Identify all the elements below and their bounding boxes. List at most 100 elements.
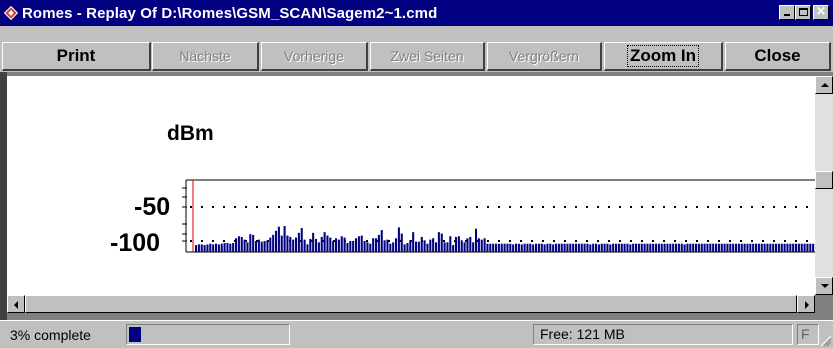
data-bar [592, 243, 595, 252]
data-bar [460, 240, 463, 252]
arrow-up-icon [821, 83, 829, 87]
data-bar [306, 244, 309, 252]
data-bar [477, 238, 480, 252]
data-bar [209, 243, 212, 252]
vertical-scroll-thumb[interactable] [815, 171, 833, 189]
data-bar [546, 243, 549, 252]
data-bar [203, 245, 206, 252]
horizontal-scroll-thumb[interactable] [25, 295, 797, 313]
data-bar [732, 243, 735, 252]
data-bar [380, 230, 383, 252]
data-bar [783, 243, 786, 252]
data-bar [446, 242, 449, 252]
data-bar [263, 241, 266, 252]
data-bar [457, 236, 460, 252]
data-bar [363, 241, 366, 252]
data-bar [600, 243, 603, 252]
data-bar [769, 243, 772, 252]
data-bar [606, 243, 609, 252]
data-bar [257, 239, 260, 252]
data-bar [377, 234, 380, 252]
data-bar [640, 243, 643, 252]
data-bar [512, 244, 515, 252]
close-window-button[interactable]: × [813, 4, 829, 20]
data-bar [403, 244, 406, 252]
scroll-left-button[interactable] [7, 295, 25, 313]
data-bar [797, 243, 800, 252]
data-bar [723, 243, 726, 252]
data-bar [595, 243, 598, 252]
data-bar [215, 243, 218, 252]
data-bar [712, 243, 715, 252]
data-bar [609, 244, 612, 252]
data-bar [746, 243, 749, 252]
data-bar [597, 244, 600, 252]
resize-grip-icon[interactable] [820, 335, 832, 347]
data-bar [435, 242, 438, 252]
data-bar [809, 243, 812, 252]
data-bar [800, 243, 803, 252]
data-bar [646, 243, 649, 252]
vertical-scrollbar[interactable] [815, 76, 833, 295]
print-button[interactable]: Print [2, 42, 151, 71]
scroll-right-button[interactable] [797, 295, 815, 313]
data-bar [383, 240, 386, 252]
data-bar [480, 239, 483, 252]
data-bar [575, 243, 578, 252]
data-bar [652, 243, 655, 252]
data-bar [740, 243, 743, 252]
next-page-button[interactable]: Nächste [152, 42, 259, 71]
data-bar [426, 243, 429, 252]
arrow-right-icon [805, 301, 809, 309]
maximize-button[interactable] [795, 5, 811, 20]
data-bar [312, 232, 315, 252]
data-bar [743, 243, 746, 252]
data-bar [549, 243, 552, 252]
data-bar [786, 243, 789, 252]
status-flag-panel: F [797, 324, 819, 345]
data-bar [706, 243, 709, 252]
previous-page-button[interactable]: Vorherige [261, 42, 368, 71]
data-bar [415, 241, 418, 252]
data-bar [526, 243, 529, 252]
data-bar [695, 243, 698, 252]
data-bar [295, 237, 298, 252]
status-bar: 3% complete Free: 121 MB F [0, 320, 833, 348]
data-bar [777, 243, 780, 252]
data-bar [537, 243, 540, 252]
scroll-down-button[interactable] [815, 277, 833, 295]
data-bar [392, 242, 395, 252]
romes-app-icon[interactable] [3, 5, 19, 21]
data-bar [520, 244, 523, 252]
title-bar[interactable]: Romes - Replay Of D:\Romes\GSM_SCAN\Sage… [0, 0, 833, 26]
scroll-up-button[interactable] [815, 76, 833, 94]
data-bar [792, 243, 795, 252]
zoom-in-button[interactable]: Zoom In [604, 42, 723, 71]
data-bar [397, 227, 400, 252]
horizontal-scrollbar[interactable] [7, 295, 815, 313]
data-bar [352, 241, 355, 252]
data-bar [577, 243, 580, 252]
data-bar [286, 235, 289, 252]
enlarge-button[interactable]: Vergrößern [487, 42, 602, 71]
data-bar [303, 239, 306, 252]
data-bar [355, 238, 358, 252]
data-bar [737, 243, 740, 252]
data-bar [529, 243, 532, 252]
minimize-button[interactable] [779, 5, 795, 20]
data-bar [337, 239, 340, 252]
data-bar [243, 239, 246, 252]
data-bar [717, 243, 720, 252]
two-pages-button[interactable]: Zwei Seiten [370, 42, 485, 71]
data-bar [280, 235, 283, 252]
data-bar [217, 244, 220, 252]
close-preview-button[interactable]: Close [725, 42, 831, 71]
data-bar [803, 243, 806, 252]
data-bar [197, 244, 200, 252]
data-bar [300, 228, 303, 252]
data-bar [617, 243, 620, 252]
data-bar [237, 236, 240, 252]
data-bar [683, 244, 686, 252]
data-bar [589, 244, 592, 252]
data-bar [689, 243, 692, 252]
